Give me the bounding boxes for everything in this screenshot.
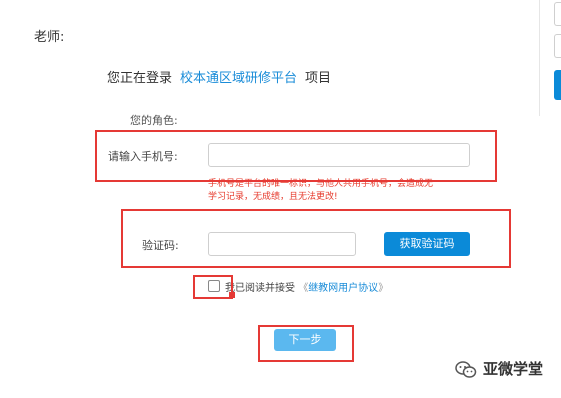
agree-prefix: 我已阅读并接受 bbox=[225, 283, 295, 294]
annotation-box-checkbox bbox=[193, 275, 233, 299]
annotation-marker bbox=[229, 292, 235, 298]
side-panel-fragment bbox=[539, 0, 561, 116]
login-prefix: 您正在登录 bbox=[107, 71, 173, 86]
agree-close-quote: 》 bbox=[378, 283, 389, 294]
role-label: 您的角色: bbox=[130, 114, 178, 127]
watermark: 亚微学堂 bbox=[455, 358, 543, 380]
side-input-fragment[interactable] bbox=[554, 2, 561, 26]
side-button-fragment[interactable] bbox=[554, 70, 561, 100]
annotation-box-phone bbox=[95, 130, 497, 182]
user-agreement-link[interactable]: 继教网用户协议 bbox=[308, 283, 378, 294]
login-suffix: 项目 bbox=[305, 71, 332, 86]
annotation-box-code bbox=[121, 209, 511, 268]
login-info: 您正在登录 校本通区域研修平台 项目 bbox=[107, 67, 331, 86]
side-input-fragment[interactable] bbox=[554, 34, 561, 58]
annotation-box-next bbox=[258, 325, 354, 362]
watermark-text: 亚微学堂 bbox=[483, 360, 544, 378]
wechat-icon bbox=[455, 360, 477, 380]
agree-text: 我已阅读并接受 《继教网用户协议》 bbox=[225, 279, 388, 294]
platform-link[interactable]: 校本通区域研修平台 bbox=[180, 71, 297, 86]
agree-open-quote: 《 bbox=[298, 283, 309, 294]
teacher-label: 老师: bbox=[34, 30, 65, 45]
warning-line: 学习记录，无成绩，且无法更改! bbox=[208, 192, 338, 202]
